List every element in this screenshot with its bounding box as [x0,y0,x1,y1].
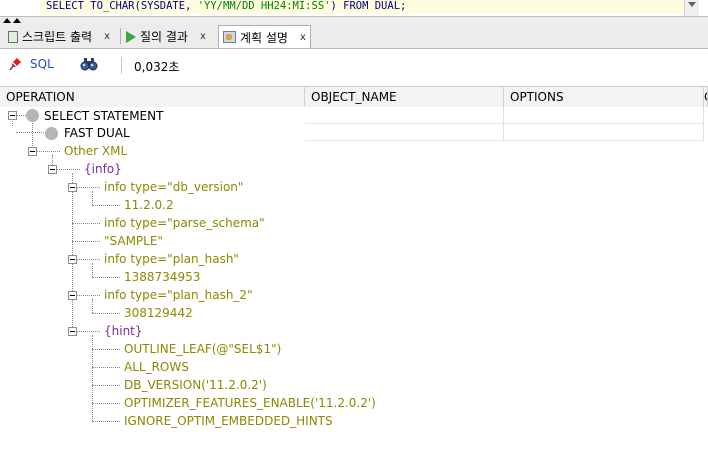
code-string-literal: 'YY/MM/DD HH24:MI:SS' [197,0,331,12]
column-header-options[interactable]: OPTIONS [504,87,704,107]
tree-line [92,205,120,206]
tree-line [32,121,33,150]
column-header-cost[interactable]: C [704,87,708,107]
close-icon[interactable]: x [200,31,206,42]
collapse-icon[interactable] [68,255,77,264]
collapse-icon[interactable] [68,183,77,192]
explain-plan-icon [223,31,236,43]
tree-node-hint-item[interactable]: IGNORE_OPTIM_EMBEDDED_HINTS [124,412,333,430]
tree-node-hint-item[interactable]: DB_VERSION('11.2.0.2') [124,376,267,394]
tab-label: 질의 결과 [140,30,188,44]
tree-line [76,259,100,260]
tree-line [92,277,120,278]
tree-node-select-statement[interactable]: SELECT STATEMENT [44,107,163,125]
binoculars-icon[interactable] [80,57,98,71]
tab-script-output[interactable]: 스크립트 출력 x [4,26,120,47]
close-icon[interactable]: x [104,31,110,42]
tree-line [92,191,93,205]
plan-tree-grid[interactable]: SELECT STATEMENT FAST DUAL Other XML {in… [0,107,708,463]
tree-node-value[interactable]: "SAMPLE" [104,232,163,250]
tree-node-info-parse-schema[interactable]: info type="parse_schema" [104,214,265,232]
tree-node-value[interactable]: 308129442 [124,304,193,322]
collapse-icon[interactable] [8,111,17,120]
plan-toolbar [0,49,708,85]
tree-node-info-plan-hash-2[interactable]: info type="plan_hash_2" [104,286,253,304]
editor-gutter [0,0,40,16]
collapse-icon[interactable] [68,327,77,336]
tree-line [92,367,120,368]
tree-line [92,313,120,314]
grid-header: OPERATION OBJECT_NAME OPTIONS C [0,86,708,108]
code-part: ) FROM DUAL; [330,0,407,12]
tree-line [92,263,93,277]
column-header-operation[interactable]: OPERATION [0,87,305,107]
tree-line [36,151,60,152]
tree-node-hint-item[interactable]: OUTLINE_LEAF(@"SEL$1") [124,340,281,358]
tree-line [56,169,80,170]
elapsed-time: 0,032초 [134,60,180,74]
tab-separator [120,28,121,44]
tree-line [92,299,93,313]
collapse-down-icon[interactable] [13,18,21,23]
tree-line [76,331,100,332]
operation-node-icon [45,127,58,140]
tree-line [92,403,120,404]
tree-node-other-xml[interactable]: Other XML [64,142,127,160]
tree-line [92,349,120,350]
tree-line [92,335,93,421]
tab-explain-plan[interactable]: 계획 설명 x [218,25,311,48]
tab-query-result[interactable]: 질의 결과 x [122,26,218,47]
tree-line [16,132,44,133]
editor-scrollbar[interactable] [684,0,699,16]
tree-line [72,173,73,331]
collapse-icon[interactable] [68,291,77,300]
tree-line [92,385,120,386]
tree-node-value[interactable]: 1388734953 [124,268,200,286]
operation-node-icon [26,109,39,122]
result-tabs: 스크립트 출력 x 질의 결과 x 계획 설명 x [0,24,708,49]
tree-line [92,421,120,422]
column-header-object-name[interactable]: OBJECT_NAME [305,87,504,107]
tree-node-fast-dual[interactable]: FAST DUAL [64,124,130,142]
collapse-icon[interactable] [48,165,57,174]
run-query-icon [126,30,136,43]
pin-icon[interactable] [8,57,22,71]
script-output-icon [8,30,18,43]
collapse-icon[interactable] [28,147,37,156]
tree-line [72,241,100,242]
code-part: SELECT TO_CHAR(SYSDATE, [46,0,198,12]
tree-node-hint-item[interactable]: ALL_ROWS [124,358,189,376]
scroll-down-arrow-icon[interactable] [688,2,696,7]
cell-options[interactable] [504,107,704,124]
tree-line [16,115,26,116]
tree-node-info[interactable]: {info} [84,160,122,178]
tree-node-hint-item[interactable]: OPTIMIZER_FEATURES_ENABLE('11.2.0.2') [124,394,376,412]
cell-options[interactable] [504,124,704,141]
tree-node-info-db-version[interactable]: info type="db_version" [104,178,243,196]
cell-object-name[interactable] [305,124,504,141]
editor-code-line[interactable]: SELECT TO_CHAR(SYSDATE, 'YY/MM/DD HH24:M… [46,0,406,14]
tree-line [72,223,100,224]
sql-button[interactable]: SQL [30,57,54,71]
cell-object-name[interactable] [305,107,504,124]
collapse-up-icon[interactable] [3,18,11,23]
toolbar-divider [121,57,122,74]
tab-label: 계획 설명 [240,30,288,45]
tree-node-info-plan-hash[interactable]: info type="plan_hash" [104,250,239,268]
tree-node-value[interactable]: 11.2.0.2 [124,196,174,214]
close-icon[interactable]: x [300,32,306,43]
tree-node-hint[interactable]: {hint} [104,322,143,340]
tree-line [76,295,100,296]
sql-editor[interactable]: SELECT TO_CHAR(SYSDATE, 'YY/MM/DD HH24:M… [0,0,708,16]
tree-line [76,187,100,188]
tab-label: 스크립트 출력 [22,30,93,44]
